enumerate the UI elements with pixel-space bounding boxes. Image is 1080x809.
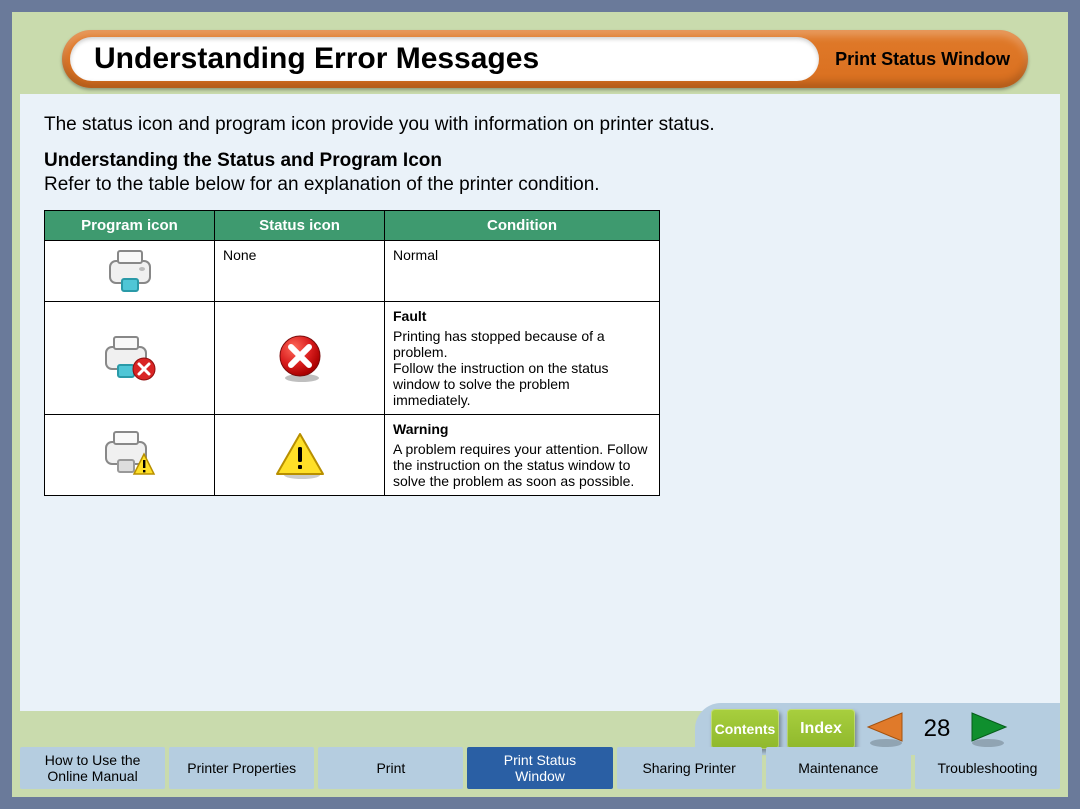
app-frame: Understanding Error Messages Print Statu… <box>0 0 1080 809</box>
condition-body: Printing has stopped because of a proble… <box>393 328 609 408</box>
tab-print-status-window[interactable]: Print Status Window <box>467 747 612 789</box>
tab-sharing-printer[interactable]: Sharing Printer <box>617 747 762 789</box>
tab-how-to-use[interactable]: How to Use the Online Manual <box>20 747 165 789</box>
condition-body: A problem requires your attention. Follo… <box>393 441 647 489</box>
condition-cell: Fault Printing has stopped because of a … <box>385 302 660 415</box>
program-icon-cell <box>45 415 215 496</box>
page-number: 28 <box>915 715 959 743</box>
status-icon-cell: None <box>215 241 385 302</box>
content-panel: The status icon and program icon provide… <box>20 94 1060 711</box>
tab-print[interactable]: Print <box>318 747 463 789</box>
page-title: Understanding Error Messages <box>70 37 819 81</box>
printer-warning-icon <box>102 430 158 480</box>
tab-label: Print Status Window <box>504 752 576 784</box>
table-row: Fault Printing has stopped because of a … <box>45 302 660 415</box>
th-condition: Condition <box>385 211 660 241</box>
bottom-tabs: How to Use the Online Manual Printer Pro… <box>20 747 1060 789</box>
warning-triangle-icon <box>273 430 327 480</box>
table-row: None Normal <box>45 241 660 302</box>
condition-cell: Warning A problem requires your attentio… <box>385 415 660 496</box>
th-status-icon: Status icon <box>215 211 385 241</box>
section-label: Print Status Window <box>835 49 1010 70</box>
status-text: None <box>223 247 256 263</box>
tab-label: Printer Properties <box>187 760 296 776</box>
tab-maintenance[interactable]: Maintenance <box>766 747 911 789</box>
program-icon-cell <box>45 302 215 415</box>
nav-area: Contents Index 28 How to Use <box>12 711 1068 797</box>
tab-label: Print <box>376 760 405 776</box>
status-table: Program icon Status icon Condition <box>44 210 660 496</box>
printer-error-icon <box>102 333 158 383</box>
condition-body: Normal <box>393 247 438 263</box>
program-icon-cell <box>45 241 215 302</box>
condition-title: Fault <box>393 308 651 324</box>
prev-page-button[interactable] <box>863 709 907 749</box>
condition-cell: Normal <box>385 241 660 302</box>
tab-label: How to Use the Online Manual <box>45 752 141 784</box>
next-page-button[interactable] <box>967 709 1011 749</box>
tab-label: Maintenance <box>798 760 878 776</box>
error-circle-icon <box>275 333 325 383</box>
subdesc: Refer to the table below for an explanat… <box>44 174 1036 196</box>
index-button[interactable]: Index <box>787 709 855 749</box>
arrow-right-icon <box>968 710 1010 748</box>
arrow-left-icon <box>864 710 906 748</box>
printer-normal-icon <box>104 247 156 295</box>
contents-button[interactable]: Contents <box>711 709 779 749</box>
status-icon-cell <box>215 302 385 415</box>
intro-text: The status icon and program icon provide… <box>44 114 1036 136</box>
tab-label: Troubleshooting <box>937 760 1037 776</box>
tab-printer-properties[interactable]: Printer Properties <box>169 747 314 789</box>
page-background: Understanding Error Messages Print Statu… <box>12 12 1068 797</box>
tab-label: Sharing Printer <box>642 760 735 776</box>
status-icon-cell <box>215 415 385 496</box>
table-row: Warning A problem requires your attentio… <box>45 415 660 496</box>
subheading: Understanding the Status and Program Ico… <box>44 150 1036 172</box>
tab-troubleshooting[interactable]: Troubleshooting <box>915 747 1060 789</box>
th-program-icon: Program icon <box>45 211 215 241</box>
condition-title: Warning <box>393 421 651 437</box>
title-bar: Understanding Error Messages Print Statu… <box>62 30 1028 88</box>
